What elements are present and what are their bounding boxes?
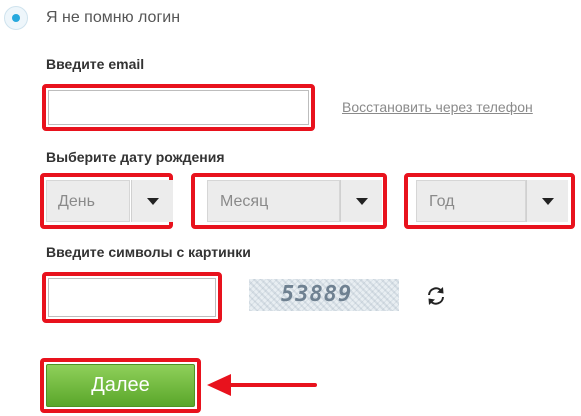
email-input[interactable] <box>48 90 309 125</box>
refresh-captcha-icon[interactable] <box>424 284 448 308</box>
forgot-login-label[interactable]: Я не помню логин <box>46 8 180 28</box>
chevron-down-icon <box>356 198 368 205</box>
month-select[interactable]: Месяц <box>207 180 340 222</box>
captcha-image: 53889 <box>249 279 399 311</box>
month-select-toggle[interactable] <box>340 180 382 222</box>
radio-selected-dot <box>12 14 20 22</box>
birthdate-label: Выберите дату рождения <box>46 149 225 165</box>
year-select[interactable]: Год <box>416 180 526 222</box>
day-select-toggle[interactable] <box>131 180 173 222</box>
captcha-label: Введите символы с картинки <box>46 244 251 260</box>
chevron-down-icon <box>542 198 554 205</box>
next-button[interactable]: Далее <box>46 364 195 407</box>
captcha-image-text: 53889 <box>281 282 353 307</box>
year-select-value: Год <box>429 193 455 210</box>
month-select-value: Месяц <box>220 193 269 210</box>
email-label: Введите email <box>46 56 145 72</box>
day-select[interactable]: День <box>46 180 130 222</box>
year-select-toggle[interactable] <box>526 180 568 222</box>
day-select-value: День <box>58 193 95 210</box>
pointer-arrow-icon <box>207 374 317 396</box>
chevron-down-icon <box>147 198 159 205</box>
captcha-input[interactable] <box>48 278 216 317</box>
restore-via-phone-link[interactable]: Восстановить через телефон <box>342 98 533 116</box>
